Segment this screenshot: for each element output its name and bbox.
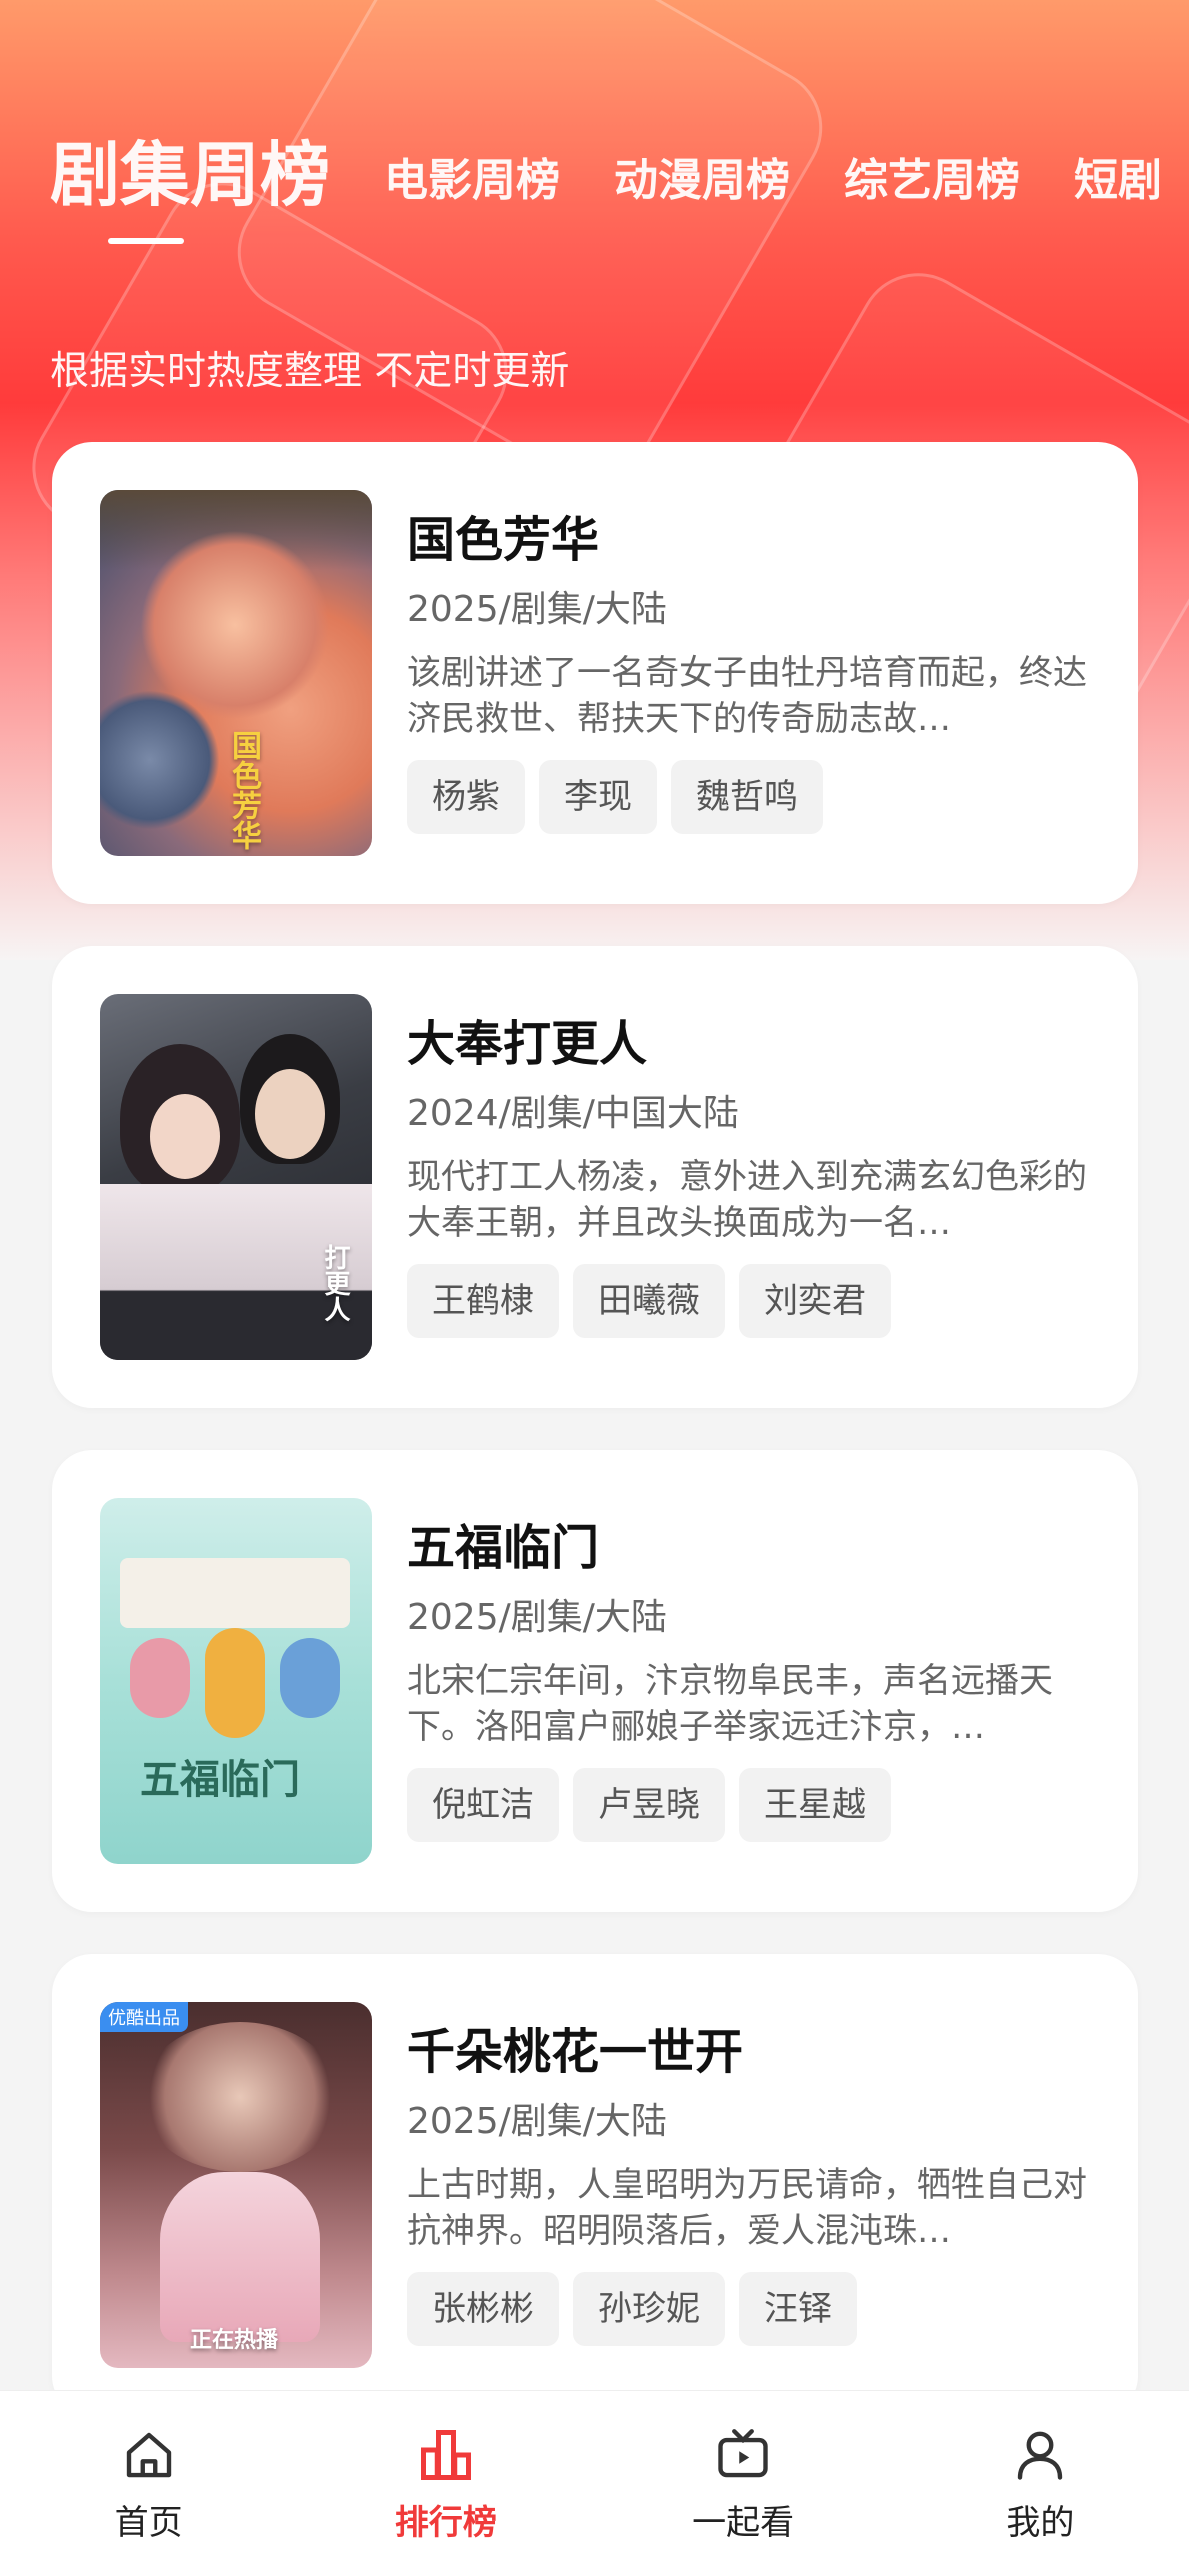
nav-home[interactable]: 首页 xyxy=(49,2391,249,2560)
nav-watch-together-label: 一起看 xyxy=(692,2503,795,2543)
list-item[interactable]: 打更人 大奉打更人 2024/剧集/中国大陆 现代打工人杨凌，意外进入到充满玄幻… xyxy=(52,946,1138,1408)
item-title[interactable]: 千朵桃花一世开 xyxy=(407,2020,1107,2084)
actor-tag[interactable]: 魏哲鸣 xyxy=(671,760,823,834)
item-description: 上古时期，人皇昭明为万民请命，牺牲自己对抗神界。昭明陨落后，爱人混沌珠… xyxy=(407,2165,1087,2251)
item-meta: 2025/剧集/大陆 xyxy=(407,2101,667,2142)
item-description: 该剧讲述了一名奇女子由牡丹培育而起，终达济民救世、帮扶天下的传奇励志故… xyxy=(407,653,1087,739)
list-item[interactable]: 国色芳华 国色芳华 2025/剧集/大陆 该剧讲述了一名奇女子由牡丹培育而起，终… xyxy=(52,442,1138,904)
poster-image[interactable]: 打更人 xyxy=(100,994,372,1360)
ranking-icon xyxy=(420,2430,471,2480)
actor-tag[interactable]: 卢昱晓 xyxy=(573,1768,725,1842)
nav-profile[interactable]: 我的 xyxy=(940,2391,1140,2560)
actor-tag[interactable]: 汪铎 xyxy=(739,2272,857,2346)
ranking-subtitle: 根据实时热度整理 不定时更新 xyxy=(50,349,570,394)
home-icon xyxy=(126,2432,171,2478)
actor-tag[interactable]: 孙珍妮 xyxy=(573,2272,725,2346)
nav-ranking[interactable]: 排行榜 xyxy=(346,2391,546,2560)
item-title[interactable]: 五福临门 xyxy=(407,1516,1107,1580)
item-title[interactable]: 国色芳华 xyxy=(407,508,1107,572)
tab-short-drama[interactable]: 短剧 xyxy=(1074,144,1162,230)
poster-image[interactable]: 国色芳华 xyxy=(100,490,372,856)
actor-tag[interactable]: 杨紫 xyxy=(407,760,525,834)
poster-image[interactable]: 五福临门 xyxy=(100,1498,372,1864)
nav-profile-label: 我的 xyxy=(1006,2503,1075,2543)
item-meta: 2025/剧集/大陆 xyxy=(407,1597,667,1638)
nav-ranking-label: 排行榜 xyxy=(394,2503,497,2543)
tab-variety-weekly[interactable]: 综艺周榜 xyxy=(844,144,1020,230)
tab-anime-weekly[interactable]: 动漫周榜 xyxy=(614,144,790,230)
actor-tag[interactable]: 王鹤棣 xyxy=(407,1264,559,1338)
poster-badge: 优酷出品 xyxy=(100,2002,188,2032)
tab-movie-weekly[interactable]: 电影周榜 xyxy=(384,144,560,230)
ranking-list: 国色芳华 国色芳华 2025/剧集/大陆 该剧讲述了一名奇女子由牡丹培育而起，终… xyxy=(52,442,1138,2458)
tab-series-weekly[interactable]: 剧集周榜 xyxy=(50,119,330,230)
list-item[interactable]: 优酷出品 正在热播 千朵桃花一世开 2025/剧集/大陆 上古时期，人皇昭明为万… xyxy=(52,1954,1138,2416)
bottom-navigation: 首页 排行榜 一起看 我的 xyxy=(0,2390,1189,2560)
list-item[interactable]: 五福临门 五福临门 2025/剧集/大陆 北宋仁宗年间，汴京物阜民丰，声名远播天… xyxy=(52,1450,1138,1912)
item-description: 现代打工人杨凌，意外进入到充满玄幻色彩的大奉王朝，并且改头换面成为一名… xyxy=(407,1157,1087,1243)
actor-tag[interactable]: 张彬彬 xyxy=(407,2272,559,2346)
poster-title-text: 正在热播 xyxy=(190,2328,279,2353)
user-icon xyxy=(1018,2431,1063,2480)
item-meta: 2025/剧集/大陆 xyxy=(407,589,667,630)
poster-title-text: 国色芳华 xyxy=(226,730,261,850)
tv-icon xyxy=(718,2429,768,2478)
actor-tag[interactable]: 倪虹洁 xyxy=(407,1768,559,1842)
actor-tag[interactable]: 田曦薇 xyxy=(573,1264,725,1338)
nav-watch-together[interactable]: 一起看 xyxy=(643,2391,843,2560)
actor-tag[interactable]: 王星越 xyxy=(739,1768,891,1842)
actor-tag[interactable]: 李现 xyxy=(539,760,657,834)
poster-title-text: 打更人 xyxy=(320,1244,350,1322)
item-meta: 2024/剧集/中国大陆 xyxy=(407,1093,739,1134)
item-title[interactable]: 大奉打更人 xyxy=(407,1012,1107,1076)
nav-home-label: 首页 xyxy=(114,2503,183,2543)
actor-tag[interactable]: 刘奕君 xyxy=(739,1264,891,1338)
poster-image[interactable]: 优酷出品 正在热播 xyxy=(100,2002,372,2368)
ranking-tabs: 剧集周榜 电影周榜 动漫周榜 综艺周榜 短剧 xyxy=(50,130,1189,230)
item-description: 北宋仁宗年间，汴京物阜民丰，声名远播天下。洛阳富户郦娘子举家远迁汴京，… xyxy=(407,1661,1053,1747)
active-tab-indicator xyxy=(108,238,184,244)
poster-title-text: 五福临门 xyxy=(140,1757,300,1803)
